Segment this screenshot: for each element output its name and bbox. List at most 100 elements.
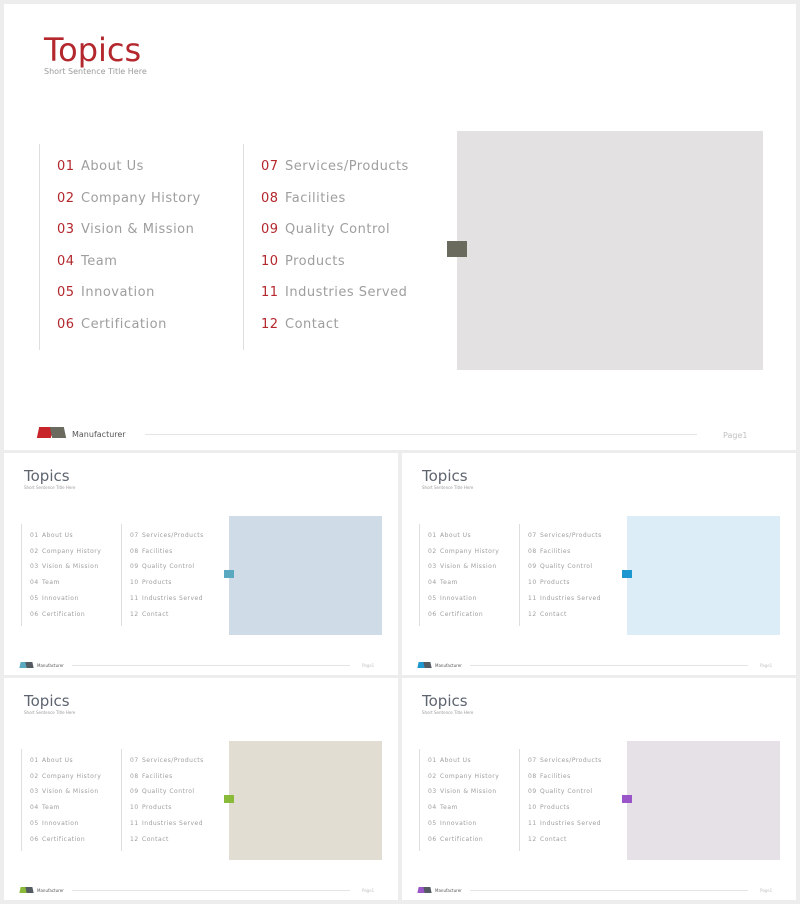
item-label: Facilities xyxy=(285,191,346,206)
item-label: About Us xyxy=(81,159,144,174)
item-number: 05 xyxy=(30,820,39,827)
image-placeholder xyxy=(627,516,780,635)
item-label: Certification xyxy=(440,836,484,843)
item-number: 06 xyxy=(57,317,75,332)
list-item: 09 Quality Control xyxy=(261,222,390,237)
brand-logo xyxy=(36,427,67,438)
item-number: 03 xyxy=(57,222,75,237)
item-number: 07 xyxy=(130,757,139,764)
image-placeholder xyxy=(229,516,382,635)
list-item: 07 Services/Products xyxy=(528,757,602,764)
item-label: Team xyxy=(81,254,118,269)
item-label: Certification xyxy=(42,611,86,618)
item-number: 10 xyxy=(130,579,139,586)
item-number: 09 xyxy=(261,222,279,237)
page-subtitle: Short Sentence Title Here xyxy=(422,710,474,715)
footer-brand: Manufacturer xyxy=(37,888,64,893)
image-placeholder xyxy=(229,741,382,860)
item-number: 03 xyxy=(428,788,437,795)
item-label: Team xyxy=(42,804,60,811)
item-label: Innovation xyxy=(440,820,477,827)
item-label: Quality Control xyxy=(285,222,391,237)
list-item: 11 Industries Served xyxy=(130,595,203,602)
item-number: 12 xyxy=(528,836,537,843)
item-number: 06 xyxy=(428,611,437,618)
item-label: Services/Products xyxy=(285,159,409,174)
item-number: 08 xyxy=(528,773,537,780)
page-number: Page1 xyxy=(362,663,375,668)
item-number: 05 xyxy=(428,820,437,827)
item-number: 02 xyxy=(428,548,437,555)
item-number: 01 xyxy=(30,757,39,764)
list-item: 06 Certification xyxy=(30,611,85,618)
item-number: 09 xyxy=(528,788,537,795)
item-number: 05 xyxy=(30,595,39,602)
list-item: 02 Company History xyxy=(428,548,499,555)
item-label: Services/Products xyxy=(540,757,602,764)
item-number: 05 xyxy=(57,285,75,300)
list-item: 06 Certification xyxy=(428,611,483,618)
item-label: Products xyxy=(540,804,570,811)
page-number: Page1 xyxy=(362,888,375,893)
list-item: 02 Company History xyxy=(30,548,101,555)
item-number: 08 xyxy=(261,191,279,206)
accent-square xyxy=(447,241,467,257)
topics-column-right: 07 Services/Products 08 Facilities 09 Quality… xyxy=(519,524,620,626)
list-item: 04 Team xyxy=(57,254,117,269)
item-number: 08 xyxy=(130,773,139,780)
list-item: 12 Contact xyxy=(261,317,339,332)
list-item: 09 Quality Control xyxy=(130,563,195,570)
list-item: 08 Facilities xyxy=(528,773,571,780)
footer-brand: Manufacturer xyxy=(435,663,462,668)
list-item: 11 Industries Served xyxy=(528,595,601,602)
list-item: 03 Vision & Mission xyxy=(428,563,497,570)
item-number: 10 xyxy=(528,804,537,811)
footer-divider xyxy=(145,434,697,435)
item-number: 04 xyxy=(30,579,39,586)
list-item: 12 Contact xyxy=(130,836,169,843)
item-number: 02 xyxy=(30,773,39,780)
item-label: Products xyxy=(540,579,570,586)
topics-column-right: 07 Services/Products 08 Facilities 09 Quality… xyxy=(121,749,222,851)
page-number: Page1 xyxy=(760,888,773,893)
item-label: About Us xyxy=(42,757,74,764)
item-number: 02 xyxy=(57,191,75,206)
item-label: Innovation xyxy=(42,820,79,827)
footer-divider xyxy=(470,890,748,891)
list-item: 05 Innovation xyxy=(30,595,79,602)
topics-column-left: 01 About Us 02 Company History 03 Vision & … xyxy=(39,144,240,350)
item-label: Facilities xyxy=(142,548,173,555)
item-label: Certification xyxy=(81,317,167,332)
list-item: 11 Industries Served xyxy=(528,820,601,827)
topics-column-right: 07 Services/Products 08 Facilities 09 Quali… xyxy=(243,144,444,350)
list-item: 09 Quality Control xyxy=(528,563,593,570)
footer-divider xyxy=(72,665,350,666)
image-placeholder xyxy=(457,131,763,370)
brand-logo xyxy=(417,662,432,668)
item-label: About Us xyxy=(42,532,74,539)
footer-brand: Manufacturer xyxy=(72,430,126,439)
list-item: 10 Products xyxy=(528,579,570,586)
item-number: 11 xyxy=(130,820,139,827)
item-label: Services/Products xyxy=(540,532,602,539)
item-label: Services/Products xyxy=(142,757,204,764)
list-item: 07 Services/Products xyxy=(130,757,204,764)
list-item: 07 Services/Products xyxy=(261,159,409,174)
list-item: 04 Team xyxy=(30,804,60,811)
list-item: 02 Company History xyxy=(57,191,201,206)
item-number: 04 xyxy=(30,804,39,811)
list-item: 07 Services/Products xyxy=(528,532,602,539)
topics-column-right: 07 Services/Products 08 Facilities 09 Quality… xyxy=(519,749,620,851)
list-item: 06 Certification xyxy=(428,836,483,843)
item-number: 01 xyxy=(57,159,75,174)
item-number: 03 xyxy=(30,563,39,570)
list-item: 10 Products xyxy=(130,579,172,586)
list-item: 11 Industries Served xyxy=(130,820,203,827)
item-label: Vision & Mission xyxy=(81,222,195,237)
item-number: 09 xyxy=(528,563,537,570)
item-number: 01 xyxy=(428,757,437,764)
page-subtitle: Short Sentence Title Here xyxy=(422,485,474,490)
topics-column-left: 01 About Us 02 Company History 03 Vision & Mi… xyxy=(21,749,122,851)
list-item: 06 Certification xyxy=(30,836,85,843)
item-label: Products xyxy=(285,254,346,269)
